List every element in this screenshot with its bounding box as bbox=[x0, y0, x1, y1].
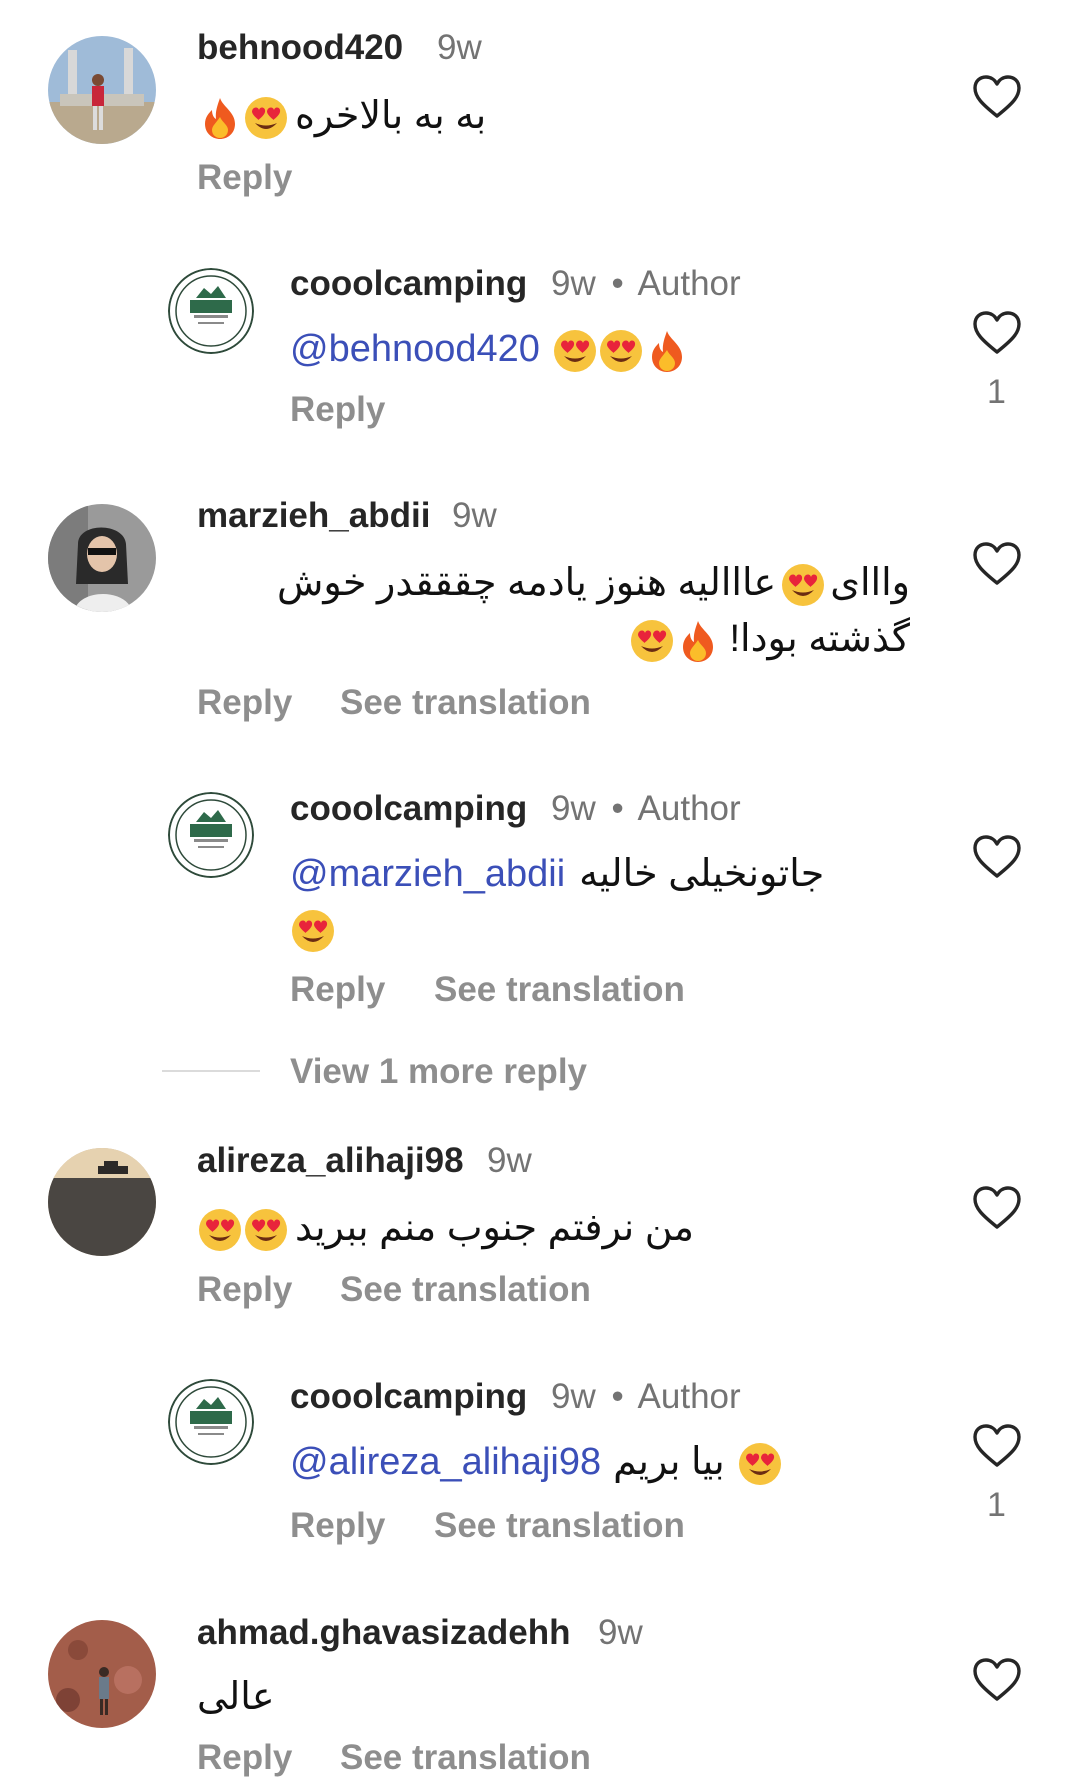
author-badge: Author bbox=[637, 264, 741, 303]
meta-separator: • bbox=[611, 1377, 624, 1416]
comment-text-line-2: گذشته بودا! bbox=[270, 612, 910, 666]
reply-button[interactable]: Reply bbox=[290, 970, 385, 1010]
fire-emoji bbox=[675, 618, 721, 664]
see-translation-button[interactable]: See translation bbox=[434, 1506, 685, 1546]
reply-button[interactable]: Reply bbox=[290, 390, 385, 430]
comment-text: به به بالاخره bbox=[197, 89, 486, 143]
see-translation-button[interactable]: See translation bbox=[340, 1270, 591, 1310]
reply-button[interactable]: Reply bbox=[290, 1506, 385, 1546]
author-badge: Author bbox=[637, 1377, 741, 1416]
avatar-cooolcamping[interactable] bbox=[168, 792, 254, 878]
meta-separator: • bbox=[611, 789, 624, 828]
avatar-behnood420[interactable] bbox=[48, 36, 156, 144]
comment-text: من نرفتم جنوب منم ببرید bbox=[197, 1201, 694, 1255]
heart-eyes-emoji bbox=[243, 1207, 289, 1253]
comment-body: گذشته بودا! bbox=[729, 618, 910, 660]
like-count[interactable]: 1 bbox=[987, 1486, 1006, 1525]
comment-username[interactable]: cooolcamping bbox=[290, 1377, 527, 1417]
heart-eyes-emoji bbox=[243, 95, 289, 141]
mention-link[interactable]: @behnood420 bbox=[290, 328, 540, 370]
comment-body: وااای bbox=[830, 562, 910, 604]
see-translation-button[interactable]: See translation bbox=[340, 1738, 591, 1778]
see-translation-button[interactable]: See translation bbox=[340, 683, 591, 723]
comment-timestamp: 9w bbox=[598, 1613, 643, 1652]
heart-eyes-emoji bbox=[598, 328, 644, 374]
comment-username[interactable]: ahmad.ghavasizadehh bbox=[197, 1613, 570, 1653]
like-heart-icon[interactable] bbox=[972, 1185, 1022, 1231]
comment-body: عااالیه هنوز یادمه چقققدر خوش bbox=[276, 562, 777, 604]
reply-button[interactable]: Reply bbox=[197, 1270, 292, 1310]
comment-meta: 9w • Author bbox=[551, 1377, 741, 1417]
view-more-replies-button[interactable]: View 1 more reply bbox=[290, 1052, 587, 1092]
comment-text: @behnood420 bbox=[290, 322, 690, 376]
mention-link[interactable]: @marzieh_abdii bbox=[290, 853, 565, 895]
like-heart-icon[interactable] bbox=[972, 1657, 1022, 1703]
see-translation-button[interactable]: See translation bbox=[434, 970, 685, 1010]
comment-timestamp: 9w bbox=[487, 1141, 532, 1180]
comment-body: جاتونخیلی خالیه bbox=[579, 853, 825, 895]
comment-text-line-2 bbox=[290, 902, 336, 956]
heart-eyes-emoji bbox=[552, 328, 598, 374]
comment-timestamp: 9w bbox=[452, 496, 497, 535]
avatar-marzieh-abdii[interactable] bbox=[48, 504, 156, 612]
comment-text: @marzieh_abdii جاتونخیلی خالیه bbox=[290, 847, 824, 901]
comment-username[interactable]: cooolcamping bbox=[290, 789, 527, 829]
like-heart-icon[interactable] bbox=[972, 1423, 1022, 1469]
like-heart-icon[interactable] bbox=[972, 541, 1022, 587]
comment-timestamp: 9w bbox=[551, 789, 596, 828]
comment-body: به به بالاخره bbox=[295, 95, 487, 137]
author-badge: Author bbox=[637, 789, 741, 828]
comment-username[interactable]: alireza_alihaji98 bbox=[197, 1141, 464, 1181]
like-heart-icon[interactable] bbox=[972, 310, 1022, 356]
comment-body: بیا بریم bbox=[613, 1441, 725, 1483]
like-count[interactable]: 1 bbox=[987, 373, 1006, 412]
fire-emoji bbox=[197, 95, 243, 141]
reply-button[interactable]: Reply bbox=[197, 158, 292, 198]
heart-eyes-emoji bbox=[737, 1441, 783, 1487]
comment-timestamp: 9w bbox=[551, 1377, 596, 1416]
replies-divider bbox=[162, 1070, 260, 1072]
comment-text-line-1: وااای عااالیه هنوز یادمه چقققدر خوش bbox=[270, 556, 910, 610]
meta-separator: • bbox=[611, 264, 624, 303]
reply-button[interactable]: Reply bbox=[197, 683, 292, 723]
comment-body: من نرفتم جنوب منم ببرید bbox=[295, 1207, 694, 1249]
avatar-cooolcamping[interactable] bbox=[168, 1379, 254, 1465]
avatar-cooolcamping[interactable] bbox=[168, 268, 254, 354]
like-heart-icon[interactable] bbox=[972, 834, 1022, 880]
heart-eyes-emoji bbox=[780, 562, 826, 608]
avatar-alireza-alihaji98[interactable] bbox=[48, 1148, 156, 1256]
mention-link[interactable]: @alireza_alihaji98 bbox=[290, 1441, 601, 1483]
comment-meta: 9w • Author bbox=[551, 789, 741, 829]
comment-text: عالی bbox=[197, 1670, 275, 1724]
fire-emoji bbox=[644, 328, 690, 374]
heart-eyes-emoji bbox=[197, 1207, 243, 1253]
comment-timestamp: 9w bbox=[551, 264, 596, 303]
comment-body: عالی bbox=[197, 1676, 275, 1718]
heart-eyes-emoji bbox=[629, 618, 675, 664]
heart-eyes-emoji bbox=[290, 908, 336, 954]
like-heart-icon[interactable] bbox=[972, 74, 1022, 120]
comment-username[interactable]: marzieh_abdii bbox=[197, 496, 430, 536]
comment-username[interactable]: cooolcamping bbox=[290, 264, 527, 304]
comment-timestamp: 9w bbox=[437, 28, 482, 67]
avatar-ahmad-ghavasizadehh[interactable] bbox=[48, 1620, 156, 1728]
comment-meta: 9w • Author bbox=[551, 264, 741, 304]
comment-username[interactable]: behnood420 bbox=[197, 28, 403, 68]
comment-text: @alireza_alihaji98 بیا بریم bbox=[290, 1435, 783, 1489]
reply-button[interactable]: Reply bbox=[197, 1738, 292, 1778]
